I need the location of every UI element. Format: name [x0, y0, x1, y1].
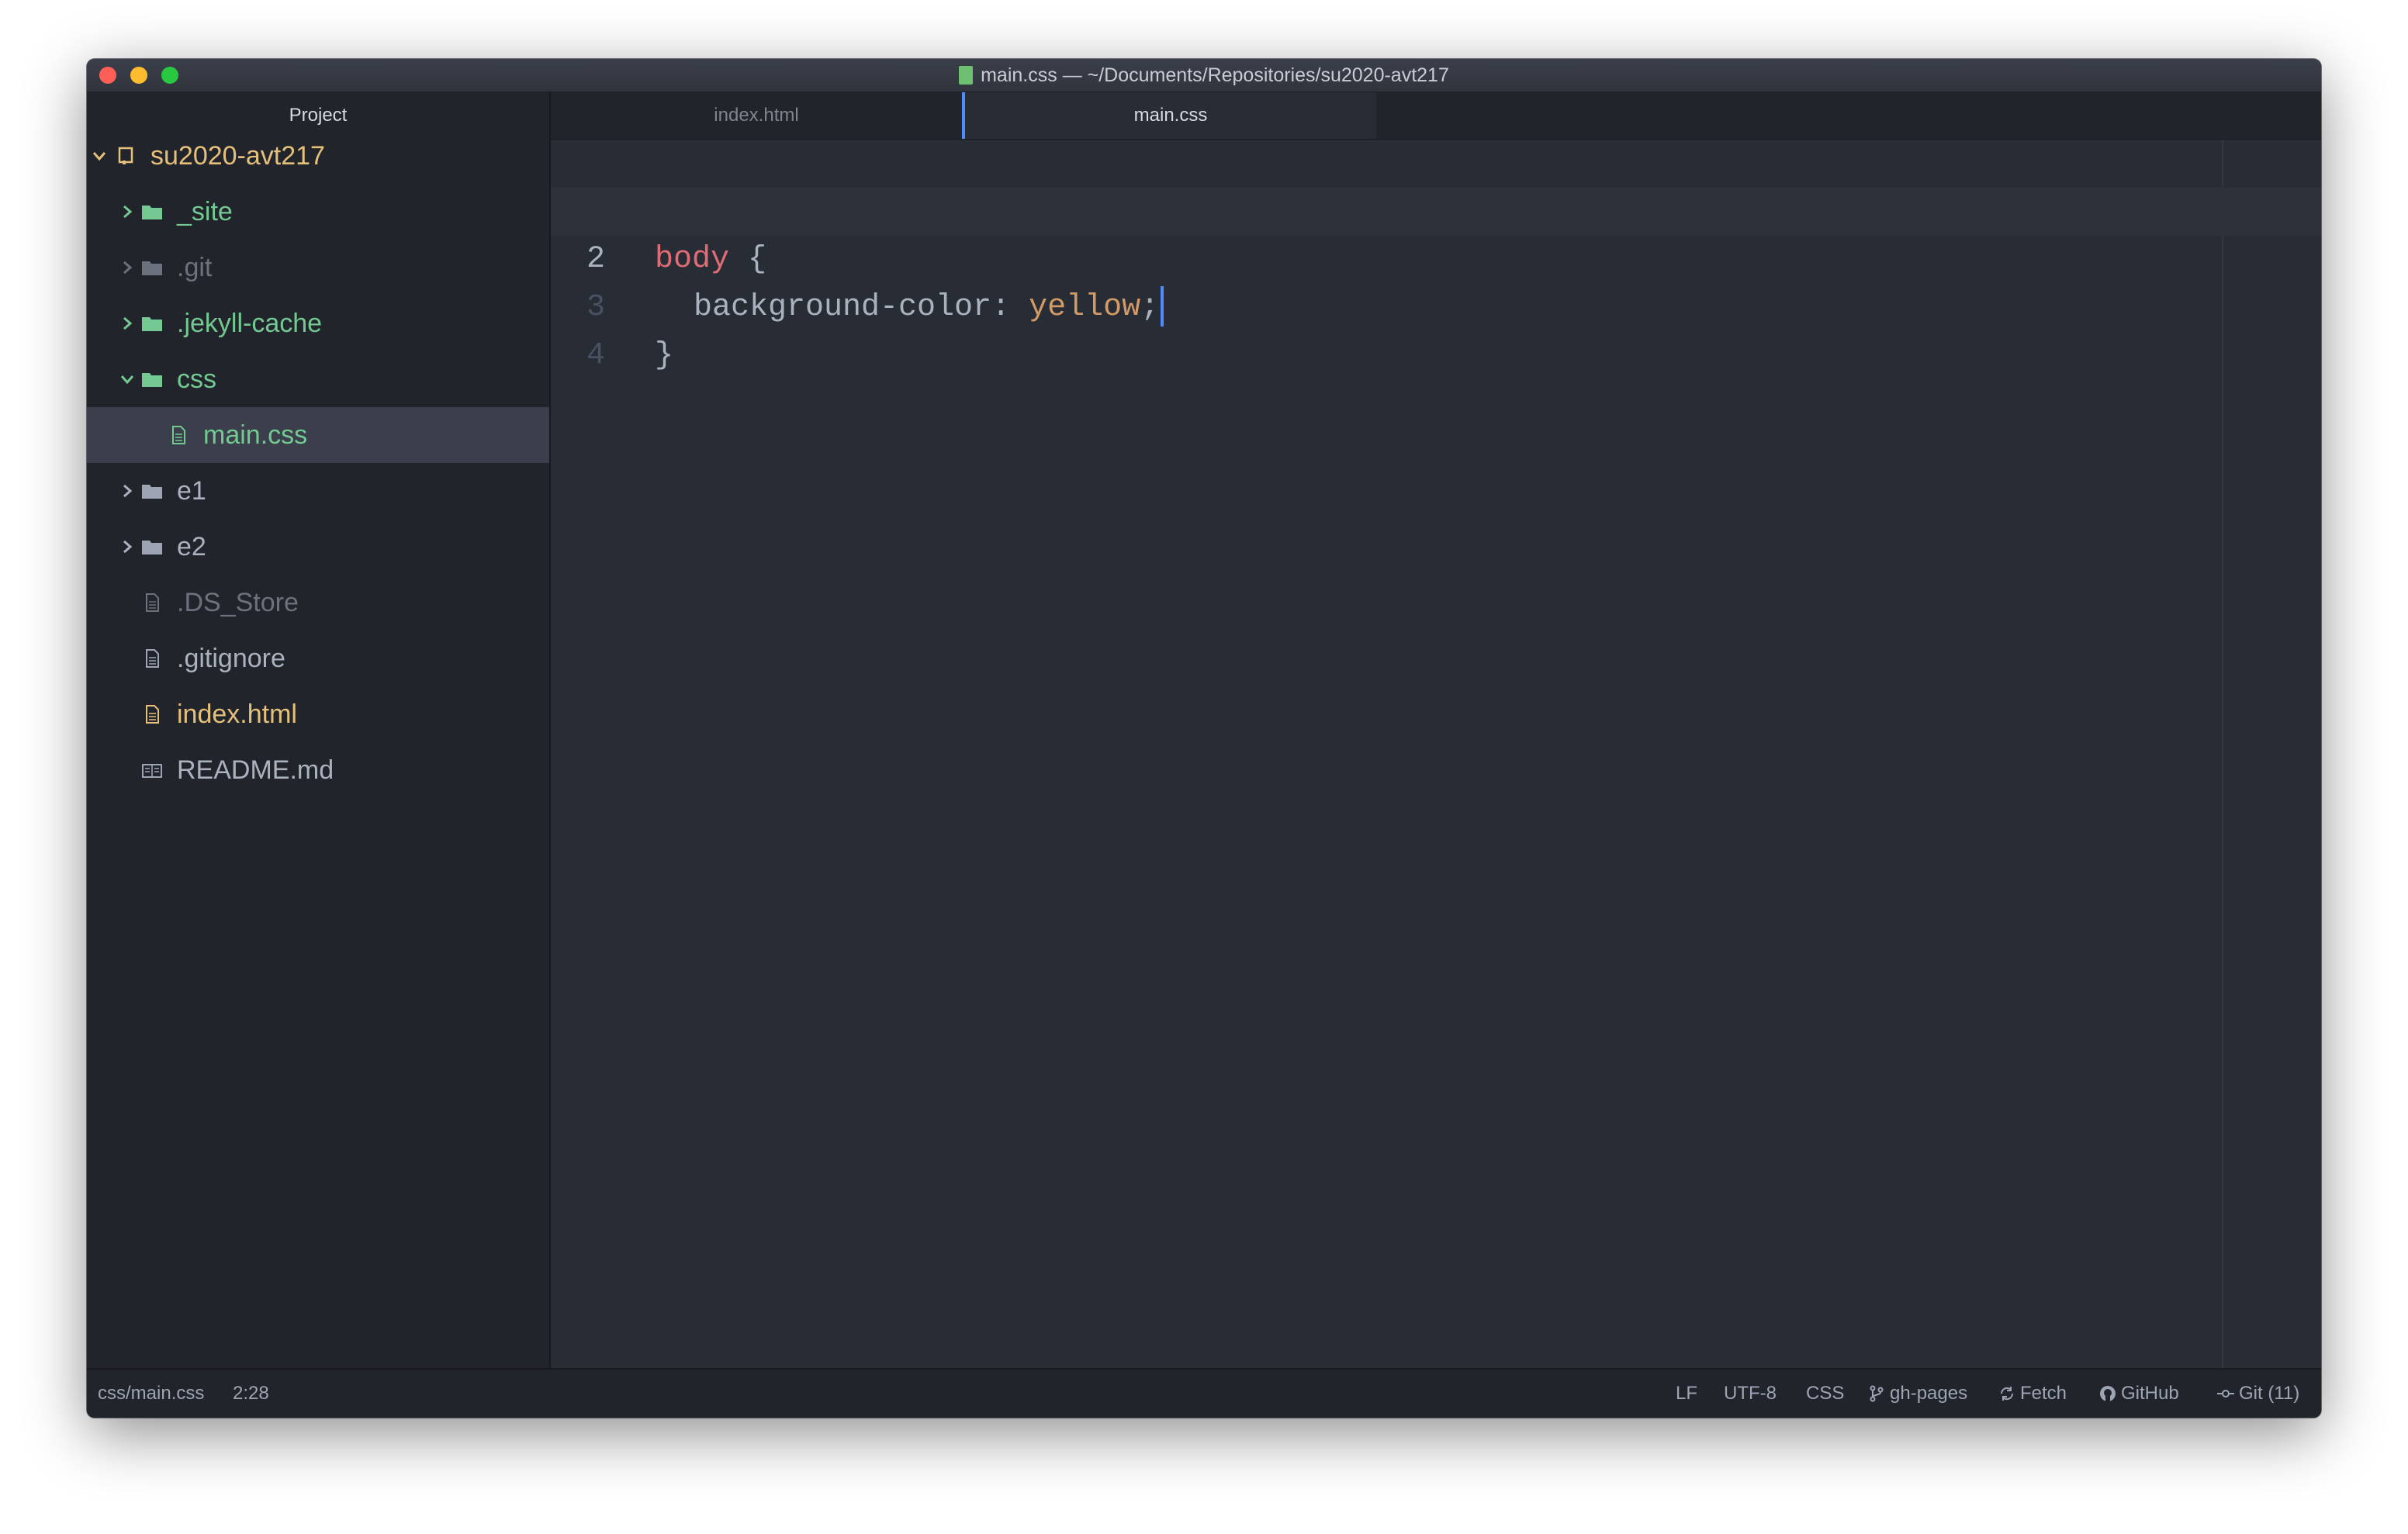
status-bar: css/main.css 2:28 LF UTF-8 CSS gh-pages …: [87, 1368, 2321, 1418]
tab-bar: index.html main.css: [551, 92, 2321, 140]
chevron-right-icon: [118, 184, 137, 240]
status-grammar[interactable]: CSS: [1806, 1370, 1844, 1418]
chevron-right-icon: [118, 519, 137, 575]
chevron-right-icon: [118, 463, 137, 519]
tree-item-gitignore[interactable]: .gitignore: [87, 631, 549, 686]
chevron-down-icon: [90, 128, 109, 184]
title-bar: main.css — ~/Documents/Repositories/su20…: [87, 59, 2321, 92]
fetch-button[interactable]: Fetch: [1998, 1370, 2067, 1418]
tab-main-css[interactable]: main.css: [962, 92, 1376, 139]
window-title-area: main.css — ~/Documents/Repositories/su20…: [87, 59, 2321, 92]
file-text-icon: [168, 407, 189, 463]
tab-index-html[interactable]: index.html: [551, 92, 962, 139]
tree-root-folder[interactable]: su2020-avt217: [87, 128, 549, 184]
line-number: 4: [586, 338, 605, 373]
editor-window: main.css — ~/Documents/Repositories/su20…: [87, 59, 2321, 1418]
code-line[interactable]: 4: [551, 284, 2321, 373]
folder-icon: [141, 519, 163, 575]
code-line[interactable]: 1 body {: [551, 140, 2321, 277]
tree-item-jekyll-cache[interactable]: .jekyll-cache: [87, 295, 549, 351]
tree-item-site[interactable]: _site: [87, 184, 549, 240]
folder-open-icon: [141, 351, 163, 407]
tree-item-label: .gitignore: [177, 644, 285, 673]
tree-item-label: .jekyll-cache: [177, 309, 323, 338]
tree-item-ds-store[interactable]: .DS_Store: [87, 575, 549, 631]
window-title: main.css — ~/Documents/Repositories/su20…: [981, 64, 1449, 86]
fetch-label: Fetch: [2020, 1383, 2067, 1404]
folder-icon: [141, 463, 163, 519]
tree-item-css[interactable]: css: [87, 351, 549, 407]
tree-item-e2[interactable]: e2: [87, 519, 549, 575]
tree-item-label: .DS_Store: [177, 588, 299, 617]
code-editor[interactable]: 1 body { 2 background-color: yellow; 3 }…: [551, 140, 2321, 1370]
git-panel-button[interactable]: Git (11): [2217, 1370, 2299, 1418]
chevron-right-icon: [118, 240, 137, 295]
status-line-ending[interactable]: LF: [1676, 1370, 1697, 1418]
git-commit-icon: [2217, 1390, 2234, 1398]
tree-item-readme[interactable]: README.md: [87, 742, 549, 798]
folder-icon: [141, 184, 163, 240]
github-label: GitHub: [2121, 1383, 2179, 1404]
tree-item-label: css: [177, 364, 216, 394]
sync-icon: [2000, 1387, 2014, 1401]
tree-item-e1[interactable]: e1: [87, 463, 549, 519]
tree-item-label: e1: [177, 476, 206, 506]
folder-icon: [141, 295, 163, 351]
tree-item-label: _site: [177, 197, 233, 226]
github-button[interactable]: GitHub: [2099, 1370, 2179, 1418]
code-line-current[interactable]: 2 background-color: yellow;: [551, 188, 2321, 327]
git-label: Git (11): [2239, 1383, 2300, 1404]
github-icon: [2100, 1386, 2116, 1401]
file-text-icon: [141, 575, 163, 631]
tree-item-main-css[interactable]: main.css: [87, 407, 549, 463]
chevron-down-icon: [118, 351, 137, 407]
tree-item-label: main.css: [203, 420, 308, 450]
tree-item-label: .git: [177, 253, 213, 282]
repo-icon: [115, 128, 137, 184]
branch-label: gh-pages: [1890, 1383, 1968, 1404]
folder-icon: [141, 240, 163, 295]
project-tree-panel: Project su2020-avt217 _site .git .jekyll…: [87, 92, 551, 1370]
git-branch-icon: [1870, 1385, 1884, 1402]
status-cursor-position[interactable]: 2:28: [233, 1370, 269, 1418]
file-text-icon: [141, 686, 163, 742]
tree-item-label: index.html: [177, 700, 297, 729]
file-icon: [959, 66, 974, 85]
status-encoding[interactable]: UTF-8: [1724, 1370, 1777, 1418]
file-text-icon: [141, 631, 163, 686]
root-folder-label: su2020-avt217: [150, 141, 325, 171]
tree-item-git[interactable]: .git: [87, 240, 549, 295]
tree-item-label: README.md: [177, 755, 334, 785]
status-file-path[interactable]: css/main.css: [98, 1370, 204, 1418]
status-branch[interactable]: gh-pages: [1868, 1370, 1967, 1418]
book-icon: [141, 742, 163, 798]
code-line[interactable]: 3 }: [551, 236, 2321, 373]
tree-item-label: e2: [177, 532, 206, 561]
chevron-right-icon: [118, 295, 137, 351]
tree-item-index-html[interactable]: index.html: [87, 686, 549, 742]
